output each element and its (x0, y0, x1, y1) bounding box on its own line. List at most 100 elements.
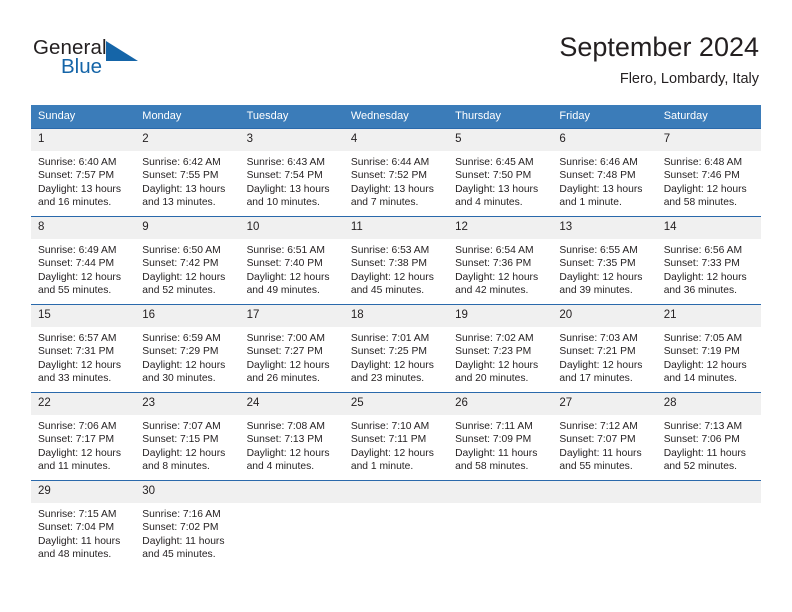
daylight-text-line2: and 13 minutes. (142, 197, 216, 209)
sunset-text: Sunset: 7:04 PM (38, 522, 115, 534)
day-number (448, 481, 553, 503)
day-details: Sunrise: 6:57 AM Sunset: 7:31 PM Daylight:… (31, 327, 135, 386)
day-details: Sunrise: 7:16 AM Sunset: 7:02 PM Daylight:… (135, 503, 239, 562)
daylight-text-line2: and 20 minutes. (455, 373, 529, 385)
calendar-day-cell[interactable]: 30 Sunrise: 7:16 AM Sunset: 7:02 PM Dayligh… (135, 480, 240, 569)
calendar-day-cell[interactable]: 18 Sunrise: 7:01 AM Sunset: 7:25 PM Dayligh… (343, 304, 449, 393)
calendar-day-cell[interactable]: 16 Sunrise: 6:59 AM Sunset: 7:29 PM Dayligh… (135, 304, 240, 393)
day-details: Sunrise: 6:53 AM Sunset: 7:38 PM Daylight:… (344, 239, 448, 298)
weekday-header-friday: Friday (552, 105, 657, 129)
calendar-day-cell[interactable]: 21 Sunrise: 7:05 AM Sunset: 7:19 PM Dayligh… (656, 304, 761, 393)
day-details: Sunrise: 6:50 AM Sunset: 7:42 PM Daylight:… (135, 239, 239, 298)
calendar-empty-cell (448, 480, 553, 569)
daylight-text-line2: and 10 minutes. (246, 197, 320, 209)
sunset-text: Sunset: 7:44 PM (38, 258, 115, 270)
title-block: September 2024 Flero, Lombardy, Italy (559, 30, 759, 88)
day-number: 10 (239, 217, 344, 239)
day-number: 20 (552, 305, 657, 327)
page-header: General Blue September 2024 Flero, Lomba… (0, 0, 792, 100)
sunset-text: Sunset: 7:48 PM (559, 170, 636, 182)
day-number: 3 (239, 129, 344, 151)
calendar-day-cell[interactable]: 19 Sunrise: 7:02 AM Sunset: 7:23 PM Dayligh… (448, 304, 553, 393)
sunrise-text: Sunrise: 7:07 AM (142, 421, 221, 432)
day-number: 9 (135, 217, 240, 239)
calendar-day-cell[interactable]: 14 Sunrise: 6:56 AM Sunset: 7:33 PM Dayligh… (656, 216, 761, 305)
daylight-text-line2: and 14 minutes. (663, 373, 737, 385)
calendar-day-cell[interactable]: 6 Sunrise: 6:46 AM Sunset: 7:48 PM Daylight… (552, 128, 657, 217)
sunrise-text: Sunrise: 7:15 AM (38, 509, 117, 520)
calendar-table: Sunday Monday Tuesday Wednesday Thursday… (31, 105, 761, 569)
day-details: Sunrise: 7:06 AM Sunset: 7:17 PM Daylight:… (31, 415, 135, 474)
daylight-text-line1: Daylight: 12 hours (455, 359, 539, 371)
calendar-day-cell[interactable]: 28 Sunrise: 7:13 AM Sunset: 7:06 PM Dayligh… (656, 392, 761, 481)
calendar-empty-cell (552, 480, 657, 569)
daylight-text-line2: and 42 minutes. (455, 285, 529, 297)
calendar-day-cell[interactable]: 10 Sunrise: 6:51 AM Sunset: 7:40 PM Dayligh… (239, 216, 344, 305)
calendar-day-cell[interactable]: 29 Sunrise: 7:15 AM Sunset: 7:04 PM Dayligh… (31, 480, 136, 569)
daylight-text-line1: Daylight: 13 hours (142, 183, 226, 195)
calendar-week-row: 29 Sunrise: 7:15 AM Sunset: 7:04 PM Dayligh… (31, 480, 761, 569)
sunset-text: Sunset: 7:25 PM (350, 346, 427, 358)
page-subtitle: Flero, Lombardy, Italy (619, 71, 759, 87)
calendar-body: 1 Sunrise: 6:40 AM Sunset: 7:57 PM Daylight… (31, 128, 761, 569)
calendar-week-row: 1 Sunrise: 6:40 AM Sunset: 7:57 PM Daylight… (31, 128, 761, 217)
day-number: 24 (239, 393, 344, 415)
day-details: Sunrise: 7:08 AM Sunset: 7:13 PM Daylight:… (240, 415, 344, 474)
calendar-day-cell[interactable]: 8 Sunrise: 6:49 AM Sunset: 7:44 PM Daylight… (31, 216, 136, 305)
calendar-day-cell[interactable]: 11 Sunrise: 6:53 AM Sunset: 7:38 PM Dayligh… (343, 216, 449, 305)
day-number: 2 (135, 129, 240, 151)
daylight-text-line1: Daylight: 11 hours (142, 535, 225, 547)
daylight-text-line1: Daylight: 13 hours (38, 183, 121, 195)
general-blue-logo[interactable]: General Blue (33, 36, 168, 82)
day-number: 30 (135, 481, 240, 503)
daylight-text-line2: and 8 minutes. (142, 461, 210, 473)
day-number: 13 (552, 217, 657, 239)
calendar-day-cell[interactable]: 2 Sunrise: 6:42 AM Sunset: 7:55 PM Daylight… (135, 128, 240, 217)
calendar-day-cell[interactable]: 17 Sunrise: 7:00 AM Sunset: 7:27 PM Dayligh… (239, 304, 344, 393)
daylight-text-line1: Daylight: 11 hours (663, 447, 746, 459)
calendar-day-cell[interactable]: 24 Sunrise: 7:08 AM Sunset: 7:13 PM Dayligh… (239, 392, 344, 481)
sunrise-text: Sunrise: 7:10 AM (350, 421, 430, 432)
sunrise-text: Sunrise: 6:55 AM (559, 245, 638, 256)
sunset-text: Sunset: 7:52 PM (350, 170, 427, 182)
calendar-day-cell[interactable]: 15 Sunrise: 6:57 AM Sunset: 7:31 PM Dayligh… (31, 304, 136, 393)
daylight-text-line2: and 16 minutes. (38, 197, 112, 209)
calendar-day-cell[interactable]: 12 Sunrise: 6:54 AM Sunset: 7:36 PM Dayligh… (448, 216, 553, 305)
sunrise-text: Sunrise: 7:08 AM (246, 421, 325, 432)
sunrise-text: Sunrise: 7:11 AM (455, 421, 533, 432)
daylight-text-line1: Daylight: 12 hours (559, 271, 643, 283)
day-number: 28 (656, 393, 761, 415)
day-number: 16 (135, 305, 240, 327)
calendar-day-cell[interactable]: 9 Sunrise: 6:50 AM Sunset: 7:42 PM Daylight… (135, 216, 240, 305)
daylight-text-line2: and 1 minute. (350, 461, 414, 473)
daylight-text-line1: Daylight: 12 hours (38, 359, 121, 371)
calendar-day-cell[interactable]: 3 Sunrise: 6:43 AM Sunset: 7:54 PM Daylight… (239, 128, 344, 217)
calendar-day-cell[interactable]: 27 Sunrise: 7:12 AM Sunset: 7:07 PM Dayligh… (552, 392, 657, 481)
daylight-text-line2: and 4 minutes. (455, 197, 523, 209)
calendar-day-cell[interactable]: 5 Sunrise: 6:45 AM Sunset: 7:50 PM Daylight… (448, 128, 553, 217)
calendar-day-cell[interactable]: 20 Sunrise: 7:03 AM Sunset: 7:21 PM Dayligh… (552, 304, 657, 393)
day-details: Sunrise: 7:02 AM Sunset: 7:23 PM Daylight:… (448, 327, 552, 386)
day-details: Sunrise: 6:56 AM Sunset: 7:33 PM Daylight:… (657, 239, 761, 298)
day-number: 26 (448, 393, 553, 415)
calendar-day-cell[interactable]: 7 Sunrise: 6:48 AM Sunset: 7:46 PM Daylight… (656, 128, 761, 217)
day-details: Sunrise: 6:42 AM Sunset: 7:55 PM Daylight:… (135, 151, 239, 210)
calendar-day-cell[interactable]: 1 Sunrise: 6:40 AM Sunset: 7:57 PM Daylight… (31, 128, 136, 217)
day-number: 11 (343, 217, 449, 239)
sunset-text: Sunset: 7:33 PM (663, 258, 740, 270)
daylight-text-line2: and 39 minutes. (559, 285, 633, 297)
day-details: Sunrise: 6:40 AM Sunset: 7:57 PM Daylight:… (31, 151, 135, 210)
weekday-header-saturday: Saturday (656, 105, 761, 129)
calendar-day-cell[interactable]: 22 Sunrise: 7:06 AM Sunset: 7:17 PM Dayligh… (31, 392, 136, 481)
calendar-day-cell[interactable]: 23 Sunrise: 7:07 AM Sunset: 7:15 PM Dayligh… (135, 392, 240, 481)
sunset-text: Sunset: 7:42 PM (142, 258, 219, 270)
day-details: Sunrise: 6:45 AM Sunset: 7:50 PM Daylight:… (448, 151, 552, 210)
calendar-day-cell[interactable]: 4 Sunrise: 6:44 AM Sunset: 7:52 PM Daylight… (343, 128, 449, 217)
calendar-week-row: 8 Sunrise: 6:49 AM Sunset: 7:44 PM Daylight… (31, 216, 761, 305)
calendar-day-cell[interactable]: 25 Sunrise: 7:10 AM Sunset: 7:11 PM Dayligh… (343, 392, 449, 481)
daylight-text-line2: and 48 minutes. (38, 549, 112, 561)
sunrise-text: Sunrise: 6:48 AM (663, 157, 743, 168)
calendar-day-cell[interactable]: 26 Sunrise: 7:11 AM Sunset: 7:09 PM Dayligh… (448, 392, 553, 481)
calendar-day-cell[interactable]: 13 Sunrise: 6:55 AM Sunset: 7:35 PM Dayligh… (552, 216, 657, 305)
sunset-text: Sunset: 7:31 PM (38, 346, 115, 358)
